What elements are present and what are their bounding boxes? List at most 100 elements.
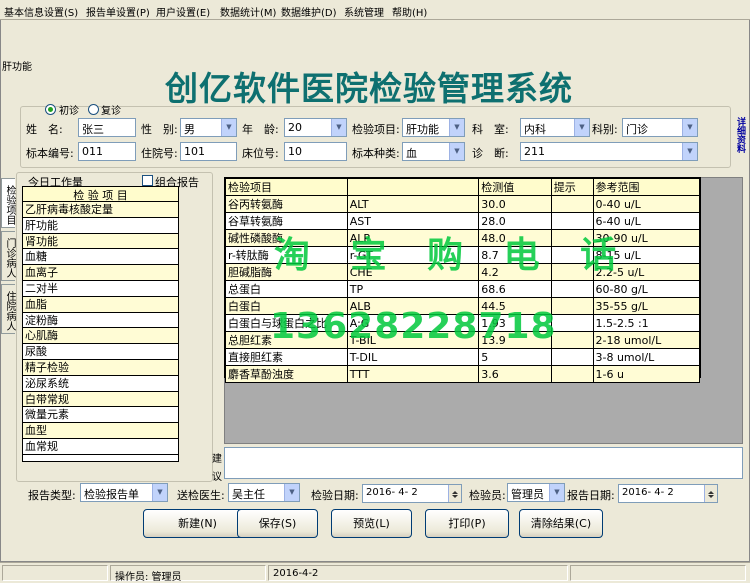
first-visit-radio[interactable] <box>45 104 56 115</box>
list-item[interactable]: 白带常规 <box>23 391 178 408</box>
preview-button[interactable]: 预览(L) <box>331 509 412 538</box>
test-date-field[interactable]: 2016- 4- 2 <box>362 484 462 503</box>
table-cell: 直接胆红素 <box>225 348 348 366</box>
list-item[interactable]: 二对半 <box>23 281 178 297</box>
status-date: 2016-4-2 <box>268 565 568 581</box>
report-type-label: 报告类型: <box>28 489 76 502</box>
spinner-icon[interactable] <box>704 485 717 502</box>
list-item[interactable]: 血糖 <box>23 249 178 266</box>
list-item[interactable]: 血脂 <box>23 296 178 313</box>
list-item[interactable]: 精子检验 <box>23 359 178 376</box>
report-date-field[interactable]: 2016- 4- 2 <box>618 484 718 503</box>
menu-user-settings[interactable]: 用户设置(E) <box>156 4 210 19</box>
bed-no-field[interactable]: 10 <box>284 142 347 161</box>
tester-select[interactable]: 管理员 ▼ <box>507 483 565 502</box>
age-select[interactable]: 20 ▼ <box>284 118 347 137</box>
table-cell[interactable]: 68.6 <box>478 280 552 298</box>
age-label: 年 龄: <box>242 123 279 136</box>
category-select[interactable]: 门诊 ▼ <box>622 118 698 137</box>
test-item-select[interactable]: 肝功能 ▼ <box>402 118 465 137</box>
table-cell[interactable]: 5 <box>478 348 552 366</box>
name-field[interactable]: 张三 <box>78 118 136 137</box>
chevron-down-icon[interactable]: ▼ <box>449 143 464 160</box>
table-row[interactable]: 谷丙转氨酶 ALT 30.0 0-40 u/L <box>225 195 700 213</box>
specimen-no-label: 标本编号: <box>26 147 74 160</box>
admission-no-field[interactable]: 101 <box>180 142 237 161</box>
revisit-label: 复诊 <box>101 106 121 117</box>
watermark-line-2: 13628228718 <box>270 306 557 347</box>
table-row[interactable]: 直接胆红素 T-DIL 5 3-8 umol/L <box>225 348 700 366</box>
advice-label-1: 建 <box>212 454 222 465</box>
chevron-down-icon[interactable]: ▼ <box>331 119 346 136</box>
table-cell: TP <box>346 280 480 298</box>
table-row[interactable]: 总蛋白 TP 68.6 60-80 g/L <box>225 280 700 298</box>
diagnosis-select[interactable]: 211 ▼ <box>520 142 698 161</box>
chevron-down-icon[interactable]: ▼ <box>682 143 697 160</box>
list-item[interactable]: 肾功能 <box>23 233 178 250</box>
clear-results-button[interactable]: 清除结果(C) <box>519 509 603 538</box>
menu-bar: 基本信息设置(S) 报告单设置(P) 用户设置(E) 数据统计(M) 数据维护(… <box>0 0 750 20</box>
table-cell[interactable] <box>550 195 594 213</box>
list-item[interactable]: 淀粉酶 <box>23 313 178 329</box>
table-cell[interactable]: 3.6 <box>478 365 552 383</box>
sender-select[interactable]: 吴主任 ▼ <box>228 483 300 502</box>
section-label: 肝功能 <box>2 62 32 73</box>
table-cell[interactable] <box>550 331 594 349</box>
status-cell-empty <box>2 565 108 581</box>
menu-data-maintenance[interactable]: 数据维护(D) <box>281 4 337 19</box>
table-cell[interactable] <box>550 348 594 366</box>
table-cell[interactable] <box>550 297 594 315</box>
chevron-down-icon[interactable]: ▼ <box>574 119 589 136</box>
chevron-down-icon[interactable]: ▼ <box>549 484 564 501</box>
report-type-select[interactable]: 检验报告单 ▼ <box>80 483 168 502</box>
menu-statistics[interactable]: 数据统计(M) <box>220 4 276 19</box>
list-item[interactable]: 肝功能 <box>23 218 178 234</box>
table-cell[interactable] <box>550 365 594 383</box>
list-item[interactable]: 尿酸 <box>23 344 178 360</box>
dept-select[interactable]: 内科 ▼ <box>520 118 590 137</box>
table-cell[interactable] <box>550 280 594 298</box>
test-date-label: 检验日期: <box>311 489 359 502</box>
new-button[interactable]: 新建(N) <box>143 509 252 538</box>
details-link[interactable]: 详细资料 <box>731 117 745 153</box>
revisit-radio[interactable] <box>88 104 99 115</box>
print-button[interactable]: 打印(P) <box>425 509 509 538</box>
table-cell[interactable]: 30.0 <box>478 195 552 213</box>
specimen-type-select[interactable]: 血 ▼ <box>402 142 465 161</box>
table-cell: 1.5-2.5 :1 <box>592 314 700 332</box>
list-item[interactable]: 乙肝病毒核酸定量 <box>23 202 178 218</box>
menu-help[interactable]: 帮助(H) <box>392 4 427 19</box>
list-item[interactable]: 血型 <box>23 423 178 439</box>
chevron-down-icon[interactable]: ▼ <box>221 119 236 136</box>
chevron-down-icon[interactable]: ▼ <box>682 119 697 136</box>
sender-label: 送检医生: <box>177 489 225 502</box>
tab-test-items[interactable]: 检验项目 <box>1 178 15 228</box>
specimen-no-field[interactable]: 011 <box>78 142 136 161</box>
table-cell: 总蛋白 <box>225 280 348 298</box>
tab-outpatients[interactable]: 门诊病人 <box>1 231 15 281</box>
menu-report-settings[interactable]: 报告单设置(P) <box>86 4 150 19</box>
tab-inpatients[interactable]: 住院病人 <box>1 284 15 334</box>
save-button[interactable]: 保存(S) <box>237 509 318 538</box>
list-item[interactable]: 微量元素 <box>23 407 178 424</box>
list-item[interactable]: 血离子 <box>23 265 178 281</box>
list-item[interactable]: 心肌酶 <box>23 328 178 345</box>
list-item[interactable]: 泌尿系统 <box>23 376 178 392</box>
dept-label: 科 室: <box>472 123 509 136</box>
list-item[interactable]: 血常规 <box>23 439 178 455</box>
advice-textarea[interactable] <box>224 447 743 479</box>
table-row[interactable]: 麝香草酚浊度 TTT 3.6 1-6 u <box>225 365 700 383</box>
table-cell: 2-18 umol/L <box>592 331 700 349</box>
menu-basic-settings[interactable]: 基本信息设置(S) <box>4 4 78 19</box>
chevron-down-icon[interactable]: ▼ <box>152 484 167 501</box>
gender-select[interactable]: 男 ▼ <box>180 118 237 137</box>
spinner-icon[interactable] <box>448 485 461 502</box>
table-cell: 谷丙转氨酶 <box>225 195 348 213</box>
app-title: 创亿软件医院检验管理系统 <box>165 69 573 108</box>
table-cell[interactable] <box>550 314 594 332</box>
chevron-down-icon[interactable]: ▼ <box>284 484 299 501</box>
chevron-down-icon[interactable]: ▼ <box>449 119 464 136</box>
menu-system-management[interactable]: 系统管理 <box>344 4 384 19</box>
bed-no-label: 床位号: <box>242 147 279 160</box>
combo-report-checkbox[interactable] <box>142 175 153 186</box>
